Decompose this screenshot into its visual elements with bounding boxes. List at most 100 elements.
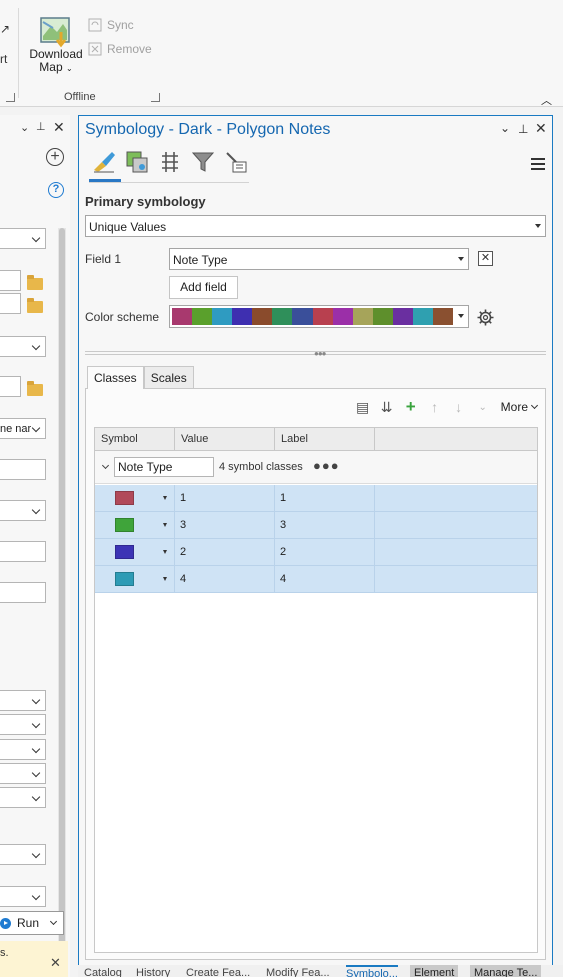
symbol-cell[interactable] [95,566,175,593]
label-cell[interactable]: 2 [275,539,375,566]
parameter-dropdown[interactable] [0,228,46,249]
column-header-value[interactable]: Value [175,428,275,450]
parameter-dropdown[interactable] [0,763,46,784]
pane-options-chevron-icon[interactable]: ⌄ [500,121,510,135]
remove-button[interactable]: Remove [88,42,152,56]
add-icon[interactable]: + [46,148,64,166]
tab-primary-symbology[interactable] [89,148,117,178]
parameter-dropdown[interactable] [0,714,46,735]
pane-options-chevron-icon[interactable]: ⌄ [20,121,29,134]
label-cell[interactable]: 4 [275,566,375,593]
symbol-dropdown-caret-icon[interactable] [163,496,167,500]
move-up-icon[interactable]: ↑ [423,397,447,417]
table-row[interactable]: 44 [95,566,537,593]
more-button[interactable]: More [495,400,545,414]
parameter-dropdown[interactable] [0,739,46,760]
gear-icon[interactable] [477,309,494,326]
bottom-tab[interactable]: Modify Fea... [266,967,330,977]
browse-folder-icon[interactable] [27,298,43,313]
browse-folder-icon[interactable] [27,381,43,396]
parameter-input[interactable] [0,293,21,314]
collapse-ribbon-icon[interactable]: ︿ [541,92,552,108]
bottom-tab[interactable]: Manage Te... [470,965,542,977]
bottom-tab[interactable]: Element [410,965,459,977]
column-header-label[interactable]: Label [275,428,375,450]
parameter-dropdown[interactable] [0,690,46,711]
tab-scales[interactable]: Scales [143,366,194,388]
grid-header: Symbol Value Label [95,428,537,451]
add-field-button[interactable]: Add field [169,276,238,299]
close-icon[interactable]: ✕ [535,120,547,137]
parameter-dropdown[interactable] [0,844,46,865]
symbol-cell[interactable] [95,485,175,512]
bottom-tab[interactable]: Create Fea... [186,967,250,977]
symbol-swatch[interactable] [115,572,134,586]
table-row[interactable]: 11 [95,485,537,512]
sync-button[interactable]: Sync [88,18,134,32]
tab-classes[interactable]: Classes [87,366,144,389]
tab-settings[interactable] [221,148,249,178]
menu-icon[interactable] [531,158,545,170]
bottom-tab[interactable]: Catalog [84,967,122,977]
group-field-input[interactable]: Note Type [114,457,214,477]
add-all-values-icon[interactable]: ⇊ [375,397,399,417]
bottom-tab[interactable]: History [136,967,170,977]
close-icon[interactable]: ✕ [53,119,65,136]
download-map-button[interactable]: Download Map ⌄ [26,16,86,82]
parameter-input[interactable] [0,270,21,291]
table-view-icon[interactable]: ▤ [351,397,375,417]
parameter-input[interactable] [0,376,21,397]
value-cell[interactable]: 3 [175,512,275,539]
symbol-swatch[interactable] [115,491,134,505]
label-cell[interactable]: 3 [275,512,375,539]
value-cell[interactable]: 2 [175,539,275,566]
dialog-launcher-icon[interactable] [6,93,15,102]
pane-splitter[interactable]: ●●● [85,349,546,358]
move-to-bottom-icon[interactable]: ⌄ [471,397,495,417]
symbol-cell[interactable] [95,539,175,566]
parameter-dropdown[interactable] [0,500,46,521]
left-pane-scrollbar[interactable] [58,228,66,977]
value-cell[interactable]: 1 [175,485,275,512]
label-cell[interactable]: 1 [275,485,375,512]
run-button[interactable]: Run [0,911,64,935]
name-field-dropdown[interactable]: ne nar [0,418,46,439]
pin-icon[interactable]: ⊥ [36,120,46,133]
symbol-swatch[interactable] [115,518,134,532]
parameter-input[interactable] [0,582,46,603]
help-icon[interactable]: ? [48,182,64,198]
symbol-dropdown-caret-icon[interactable] [163,577,167,581]
parameter-dropdown[interactable] [0,787,46,808]
browse-folder-icon[interactable] [27,275,43,290]
table-row[interactable]: 22 [95,539,537,566]
symbology-method-select[interactable]: Unique Values [85,215,546,237]
message-close-icon[interactable]: ✕ [50,955,61,971]
collapse-group-chevron-icon[interactable] [101,461,110,470]
color-scheme-select[interactable] [169,305,469,328]
column-header-symbol[interactable]: Symbol [95,428,175,450]
parameter-dropdown[interactable] [0,886,46,907]
pin-icon[interactable]: ⊥ [518,122,528,136]
parameter-input[interactable] [0,541,46,562]
tab-vary-symbology[interactable] [122,148,150,178]
run-dropdown-chevron-icon[interactable] [49,917,58,926]
parameter-input[interactable] [0,459,46,480]
add-class-icon[interactable]: + [399,397,423,417]
symbol-cell[interactable] [95,512,175,539]
symbol-dropdown-caret-icon[interactable] [163,550,167,554]
bottom-tab[interactable]: Symbolo... [346,965,398,977]
tab-filter[interactable] [188,148,216,178]
table-row[interactable]: 33 [95,512,537,539]
value-cell[interactable]: 4 [175,566,275,593]
field1-select[interactable]: Note Type [169,248,469,270]
move-down-icon[interactable]: ↓ [447,397,471,417]
tab-symbol-layers[interactable] [155,148,183,178]
parameter-dropdown[interactable] [0,336,46,357]
splitter-grip-icon[interactable]: ●●● [314,349,326,358]
symbol-swatch[interactable] [115,545,134,559]
remove-field-icon[interactable]: ✕ [478,251,493,266]
symbol-dropdown-caret-icon[interactable] [163,523,167,527]
more-options-icon[interactable]: ●●● [313,458,340,473]
offline-dialog-launcher-icon[interactable] [151,93,160,102]
left-pane-scrollbar-thumb[interactable] [59,228,65,977]
